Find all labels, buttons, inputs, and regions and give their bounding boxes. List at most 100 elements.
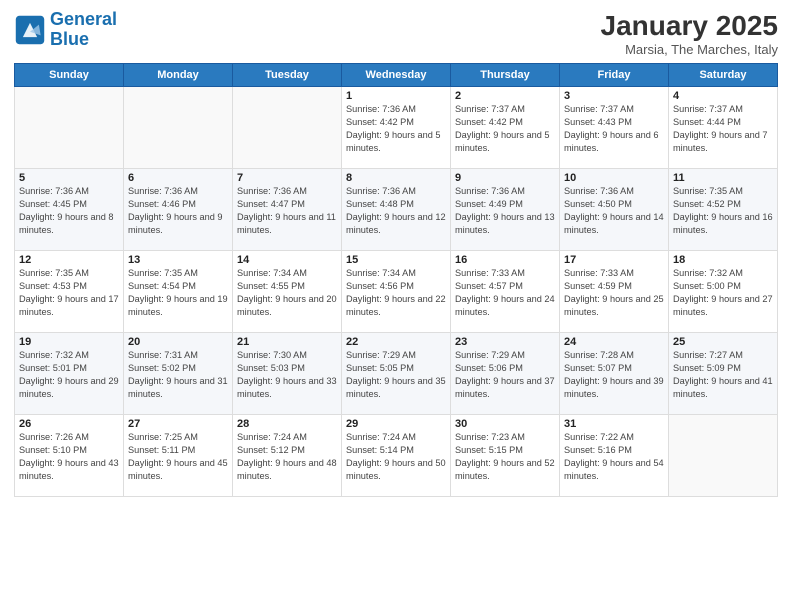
calendar-cell: 28Sunrise: 7:24 AM Sunset: 5:12 PM Dayli… <box>233 415 342 497</box>
calendar-cell: 13Sunrise: 7:35 AM Sunset: 4:54 PM Dayli… <box>124 251 233 333</box>
calendar-cell: 6Sunrise: 7:36 AM Sunset: 4:46 PM Daylig… <box>124 169 233 251</box>
calendar-cell: 15Sunrise: 7:34 AM Sunset: 4:56 PM Dayli… <box>342 251 451 333</box>
day-info: Sunrise: 7:22 AM Sunset: 5:16 PM Dayligh… <box>564 431 664 483</box>
calendar: Sunday Monday Tuesday Wednesday Thursday… <box>14 63 778 497</box>
day-info: Sunrise: 7:37 AM Sunset: 4:44 PM Dayligh… <box>673 103 773 155</box>
calendar-cell: 4Sunrise: 7:37 AM Sunset: 4:44 PM Daylig… <box>669 87 778 169</box>
day-number: 12 <box>19 254 119 266</box>
day-number: 10 <box>564 172 664 184</box>
day-number: 6 <box>128 172 228 184</box>
month-title: January 2025 <box>601 10 778 42</box>
calendar-cell: 17Sunrise: 7:33 AM Sunset: 4:59 PM Dayli… <box>560 251 669 333</box>
day-info: Sunrise: 7:36 AM Sunset: 4:47 PM Dayligh… <box>237 185 337 237</box>
day-info: Sunrise: 7:36 AM Sunset: 4:45 PM Dayligh… <box>19 185 119 237</box>
calendar-cell: 10Sunrise: 7:36 AM Sunset: 4:50 PM Dayli… <box>560 169 669 251</box>
day-number: 17 <box>564 254 664 266</box>
day-number: 16 <box>455 254 555 266</box>
day-number: 21 <box>237 336 337 348</box>
day-info: Sunrise: 7:30 AM Sunset: 5:03 PM Dayligh… <box>237 349 337 401</box>
calendar-cell: 29Sunrise: 7:24 AM Sunset: 5:14 PM Dayli… <box>342 415 451 497</box>
col-thursday: Thursday <box>451 64 560 87</box>
day-number: 1 <box>346 90 446 102</box>
calendar-cell: 2Sunrise: 7:37 AM Sunset: 4:42 PM Daylig… <box>451 87 560 169</box>
day-number: 13 <box>128 254 228 266</box>
weekday-row: Sunday Monday Tuesday Wednesday Thursday… <box>15 64 778 87</box>
col-friday: Friday <box>560 64 669 87</box>
calendar-cell: 16Sunrise: 7:33 AM Sunset: 4:57 PM Dayli… <box>451 251 560 333</box>
calendar-week-3: 12Sunrise: 7:35 AM Sunset: 4:53 PM Dayli… <box>15 251 778 333</box>
day-info: Sunrise: 7:24 AM Sunset: 5:14 PM Dayligh… <box>346 431 446 483</box>
day-info: Sunrise: 7:35 AM Sunset: 4:52 PM Dayligh… <box>673 185 773 237</box>
calendar-cell: 20Sunrise: 7:31 AM Sunset: 5:02 PM Dayli… <box>124 333 233 415</box>
day-info: Sunrise: 7:35 AM Sunset: 4:54 PM Dayligh… <box>128 267 228 319</box>
day-number: 25 <box>673 336 773 348</box>
calendar-week-4: 19Sunrise: 7:32 AM Sunset: 5:01 PM Dayli… <box>15 333 778 415</box>
day-number: 30 <box>455 418 555 430</box>
day-number: 18 <box>673 254 773 266</box>
day-info: Sunrise: 7:33 AM Sunset: 4:57 PM Dayligh… <box>455 267 555 319</box>
day-info: Sunrise: 7:36 AM Sunset: 4:49 PM Dayligh… <box>455 185 555 237</box>
day-number: 9 <box>455 172 555 184</box>
calendar-cell <box>669 415 778 497</box>
day-info: Sunrise: 7:27 AM Sunset: 5:09 PM Dayligh… <box>673 349 773 401</box>
calendar-cell <box>124 87 233 169</box>
calendar-cell: 24Sunrise: 7:28 AM Sunset: 5:07 PM Dayli… <box>560 333 669 415</box>
day-number: 8 <box>346 172 446 184</box>
location-subtitle: Marsia, The Marches, Italy <box>601 42 778 57</box>
day-info: Sunrise: 7:36 AM Sunset: 4:42 PM Dayligh… <box>346 103 446 155</box>
day-info: Sunrise: 7:25 AM Sunset: 5:11 PM Dayligh… <box>128 431 228 483</box>
col-sunday: Sunday <box>15 64 124 87</box>
logo-icon <box>14 14 46 46</box>
calendar-week-5: 26Sunrise: 7:26 AM Sunset: 5:10 PM Dayli… <box>15 415 778 497</box>
calendar-cell: 23Sunrise: 7:29 AM Sunset: 5:06 PM Dayli… <box>451 333 560 415</box>
calendar-body: 1Sunrise: 7:36 AM Sunset: 4:42 PM Daylig… <box>15 87 778 497</box>
day-info: Sunrise: 7:36 AM Sunset: 4:50 PM Dayligh… <box>564 185 664 237</box>
calendar-cell: 7Sunrise: 7:36 AM Sunset: 4:47 PM Daylig… <box>233 169 342 251</box>
calendar-cell: 27Sunrise: 7:25 AM Sunset: 5:11 PM Dayli… <box>124 415 233 497</box>
calendar-week-1: 1Sunrise: 7:36 AM Sunset: 4:42 PM Daylig… <box>15 87 778 169</box>
day-info: Sunrise: 7:35 AM Sunset: 4:53 PM Dayligh… <box>19 267 119 319</box>
day-number: 31 <box>564 418 664 430</box>
calendar-cell: 11Sunrise: 7:35 AM Sunset: 4:52 PM Dayli… <box>669 169 778 251</box>
calendar-cell <box>233 87 342 169</box>
calendar-cell: 25Sunrise: 7:27 AM Sunset: 5:09 PM Dayli… <box>669 333 778 415</box>
day-info: Sunrise: 7:32 AM Sunset: 5:00 PM Dayligh… <box>673 267 773 319</box>
day-number: 26 <box>19 418 119 430</box>
calendar-cell: 30Sunrise: 7:23 AM Sunset: 5:15 PM Dayli… <box>451 415 560 497</box>
title-block: January 2025 Marsia, The Marches, Italy <box>601 10 778 57</box>
day-info: Sunrise: 7:24 AM Sunset: 5:12 PM Dayligh… <box>237 431 337 483</box>
day-number: 20 <box>128 336 228 348</box>
day-number: 22 <box>346 336 446 348</box>
col-saturday: Saturday <box>669 64 778 87</box>
header: General Blue January 2025 Marsia, The Ma… <box>14 10 778 57</box>
day-info: Sunrise: 7:32 AM Sunset: 5:01 PM Dayligh… <box>19 349 119 401</box>
calendar-cell: 8Sunrise: 7:36 AM Sunset: 4:48 PM Daylig… <box>342 169 451 251</box>
day-info: Sunrise: 7:37 AM Sunset: 4:43 PM Dayligh… <box>564 103 664 155</box>
calendar-cell: 26Sunrise: 7:26 AM Sunset: 5:10 PM Dayli… <box>15 415 124 497</box>
calendar-cell: 22Sunrise: 7:29 AM Sunset: 5:05 PM Dayli… <box>342 333 451 415</box>
day-info: Sunrise: 7:36 AM Sunset: 4:48 PM Dayligh… <box>346 185 446 237</box>
day-info: Sunrise: 7:23 AM Sunset: 5:15 PM Dayligh… <box>455 431 555 483</box>
calendar-cell: 21Sunrise: 7:30 AM Sunset: 5:03 PM Dayli… <box>233 333 342 415</box>
day-number: 27 <box>128 418 228 430</box>
day-number: 11 <box>673 172 773 184</box>
day-number: 29 <box>346 418 446 430</box>
day-info: Sunrise: 7:37 AM Sunset: 4:42 PM Dayligh… <box>455 103 555 155</box>
col-monday: Monday <box>124 64 233 87</box>
day-number: 4 <box>673 90 773 102</box>
logo-line2: Blue <box>50 29 89 49</box>
calendar-cell: 9Sunrise: 7:36 AM Sunset: 4:49 PM Daylig… <box>451 169 560 251</box>
calendar-header: Sunday Monday Tuesday Wednesday Thursday… <box>15 64 778 87</box>
day-number: 2 <box>455 90 555 102</box>
day-info: Sunrise: 7:33 AM Sunset: 4:59 PM Dayligh… <box>564 267 664 319</box>
day-info: Sunrise: 7:29 AM Sunset: 5:05 PM Dayligh… <box>346 349 446 401</box>
day-number: 3 <box>564 90 664 102</box>
day-number: 28 <box>237 418 337 430</box>
day-info: Sunrise: 7:26 AM Sunset: 5:10 PM Dayligh… <box>19 431 119 483</box>
calendar-week-2: 5Sunrise: 7:36 AM Sunset: 4:45 PM Daylig… <box>15 169 778 251</box>
day-info: Sunrise: 7:28 AM Sunset: 5:07 PM Dayligh… <box>564 349 664 401</box>
day-info: Sunrise: 7:36 AM Sunset: 4:46 PM Dayligh… <box>128 185 228 237</box>
col-tuesday: Tuesday <box>233 64 342 87</box>
day-info: Sunrise: 7:34 AM Sunset: 4:56 PM Dayligh… <box>346 267 446 319</box>
calendar-cell: 14Sunrise: 7:34 AM Sunset: 4:55 PM Dayli… <box>233 251 342 333</box>
